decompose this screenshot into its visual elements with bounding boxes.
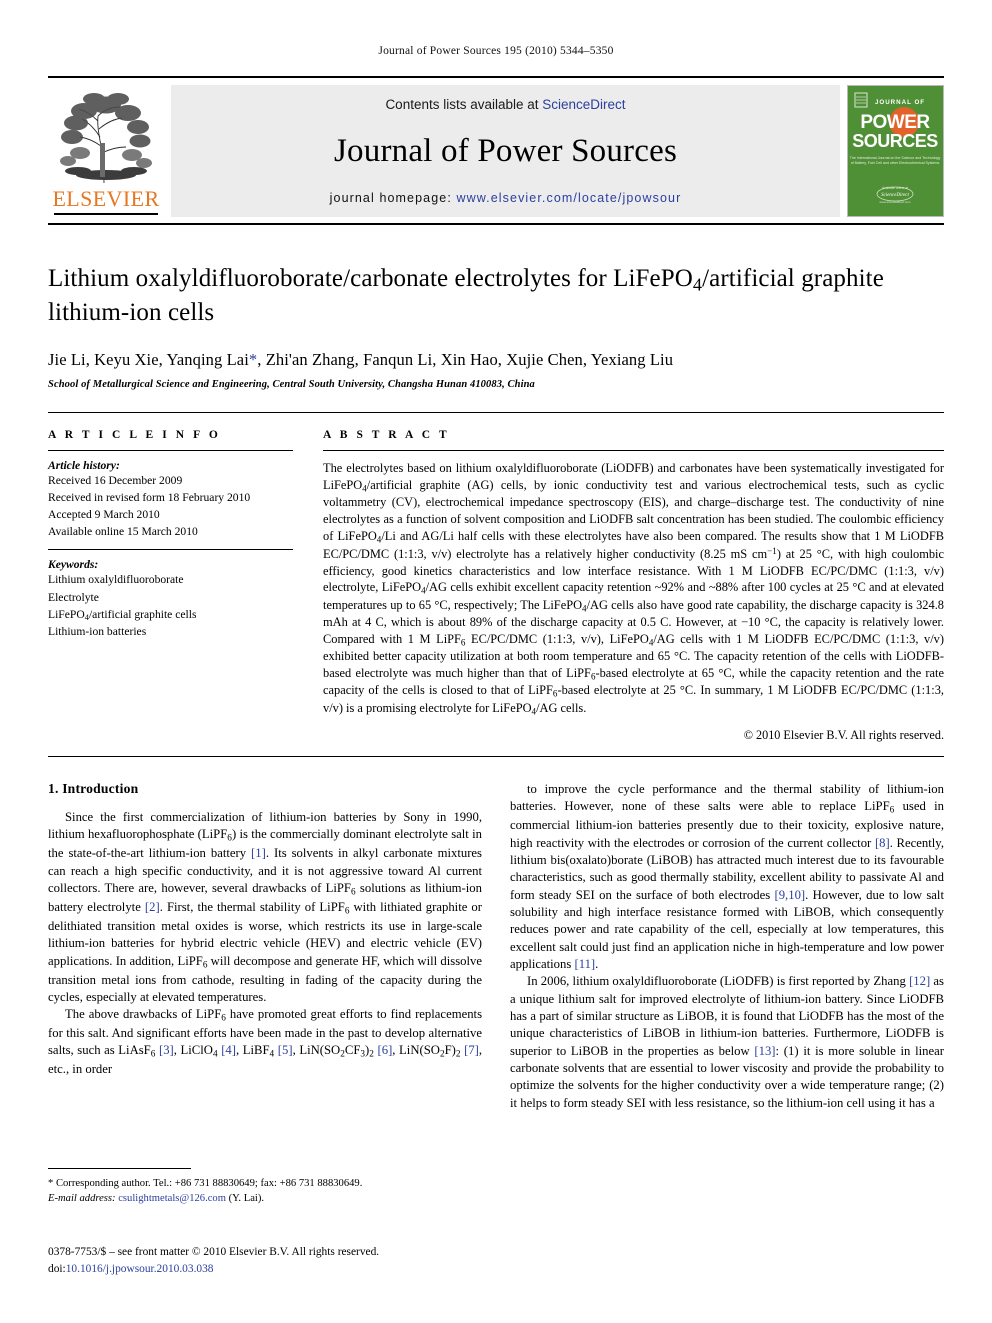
article-history-heading: Article history: — [48, 459, 120, 473]
abstract-rule — [323, 450, 944, 452]
info-abstract-region: A R T I C L E I N F O Article history: R… — [48, 412, 944, 743]
homepage-url-link[interactable]: www.elsevier.com/locate/jpowsour — [456, 191, 681, 205]
corresponding-author-note: * Corresponding author. Tel.: +86 731 88… — [48, 1178, 363, 1189]
elsevier-logo: ELSEVIER — [48, 85, 164, 217]
doi-link[interactable]: 10.1016/j.jpowsour.2010.03.038 — [66, 1263, 214, 1275]
section-heading-introduction: 1. Introduction — [48, 781, 139, 797]
keywords-list-item: Lithium-ion batteries — [48, 625, 147, 639]
masthead-bottom-rule — [48, 223, 944, 225]
page-title: Lithium oxalyldifluoroborate/carbonate e… — [48, 265, 884, 327]
email-link[interactable]: csulightmetals@126.com — [118, 1193, 226, 1204]
affiliation: School of Metallurgical Science and Engi… — [48, 379, 535, 391]
sciencedirect-link[interactable]: ScienceDirect — [542, 97, 625, 112]
imprint-block: 0378-7753/$ – see front matter © 2010 El… — [48, 1244, 518, 1278]
article-history-list-item: Received 16 December 2009 — [48, 474, 183, 488]
title-block: Lithium oxalyldifluoroborate/carbonate e… — [48, 263, 944, 390]
email-label: E-mail address: — [48, 1193, 116, 1205]
abstract-bottom-rule — [48, 756, 944, 758]
footnote-area: * Corresponding author. Tel.: +86 731 88… — [48, 1168, 478, 1207]
abstract-column: A B S T R A C T The electrolytes based o… — [323, 429, 944, 743]
footnote-divider — [48, 1168, 191, 1169]
article-history-list-item: Accepted 9 March 2010 — [48, 508, 160, 522]
author-list: Jie Li, Keyu Xie, Yanqing Lai*, Zhi'an Z… — [48, 350, 674, 370]
elsevier-tree-icon — [54, 91, 158, 187]
elsevier-wordmark: ELSEVIER — [52, 185, 160, 211]
running-head: Journal of Power Sources 195 (2010) 5344… — [378, 45, 614, 57]
svg-text:The International Journal on t: The International Journal on the Science… — [850, 156, 941, 160]
doi-line: doi:10.1016/j.jpowsour.2010.03.038 — [48, 1261, 518, 1278]
masthead-center-panel: Contents lists available at ScienceDirec… — [171, 85, 840, 217]
journal-homepage-line: journal homepage: www.elsevier.com/locat… — [330, 191, 682, 205]
keywords-list-item: Electrolyte — [48, 590, 99, 604]
right-column-paragraphs-item: In 2006, lithium oxalyldifluoroborate (L… — [510, 974, 944, 1110]
contents-prefix: Contents lists available at — [385, 97, 543, 112]
abstract-label: A B S T R A C T — [323, 429, 450, 442]
email-note: E-mail address: csulightmetals@126.com (… — [48, 1191, 478, 1206]
elsevier-underline — [54, 212, 158, 215]
left-column-paragraphs: Since the first commercialization of lit… — [48, 809, 482, 1079]
abstract-text: The electrolytes based on lithium oxalyl… — [323, 461, 944, 716]
body-column-right: to improve the cycle performance and the… — [510, 781, 944, 1112]
left-column-paragraphs-item: The above drawbacks of LiPF6 have promot… — [48, 1007, 483, 1077]
homepage-prefix: journal homepage: — [329, 191, 457, 205]
issn-line: 0378-7753/$ – see front matter © 2010 El… — [48, 1246, 380, 1258]
journal-title: Journal of Power Sources — [334, 133, 677, 169]
left-column-paragraphs-item: Since the first commercialization of lit… — [48, 810, 483, 1004]
svg-text:JOURNAL OF: JOURNAL OF — [875, 99, 925, 106]
body-columns: 1. Introduction Since the first commerci… — [48, 781, 944, 1112]
article-info-rule — [48, 450, 293, 452]
journal-masthead: ELSEVIER Contents lists available at Sci… — [48, 76, 944, 217]
right-column-paragraphs-item: to improve the cycle performance and the… — [510, 782, 944, 971]
right-column-paragraphs: to improve the cycle performance and the… — [510, 781, 944, 1112]
svg-text:www.sciencedirect.com: www.sciencedirect.com — [879, 200, 911, 204]
svg-text:SOURCES: SOURCES — [852, 131, 938, 151]
journal-cover-thumbnail: JOURNAL OF POWER SOURCES The Internation… — [847, 85, 944, 217]
svg-text:ScienceDirect: ScienceDirect — [881, 193, 909, 198]
keywords-list-item: LiFePO4/artificial graphite cells — [48, 607, 197, 622]
contents-available-line: Contents lists available at ScienceDirec… — [385, 97, 625, 112]
article-info-label: A R T I C L E I N F O — [48, 429, 221, 442]
svg-text:of Battery, Fuel Cell and othe: of Battery, Fuel Cell and other Electroc… — [851, 161, 940, 165]
article-history-list: Received 16 December 2009 Received in rev… — [48, 472, 293, 540]
paper-page: Journal of Power Sources 195 (2010) 5344… — [0, 0, 992, 1323]
article-history-list-item: Available online 15 March 2010 — [48, 525, 198, 539]
email-suffix: (Y. Lai). — [228, 1193, 265, 1205]
svg-text:Available online at: Available online at — [882, 186, 908, 190]
svg-text:POWER: POWER — [860, 112, 930, 133]
keywords-list: Lithium oxalyldifluoroborate Electrolyte L… — [48, 571, 293, 640]
keywords-list-item: Lithium oxalyldifluoroborate — [48, 573, 184, 587]
doi-label: doi: — [48, 1263, 66, 1276]
body-column-left: 1. Introduction Since the first commerci… — [48, 781, 482, 1112]
article-history-list-item: Received in revised form 18 February 201… — [48, 491, 251, 505]
article-info-column: A R T I C L E I N F O Article history: R… — [48, 429, 293, 743]
keywords-heading: Keywords: — [48, 558, 99, 572]
keywords-rule — [48, 549, 293, 551]
abstract-copyright: © 2010 Elsevier B.V. All rights reserved… — [743, 728, 944, 743]
